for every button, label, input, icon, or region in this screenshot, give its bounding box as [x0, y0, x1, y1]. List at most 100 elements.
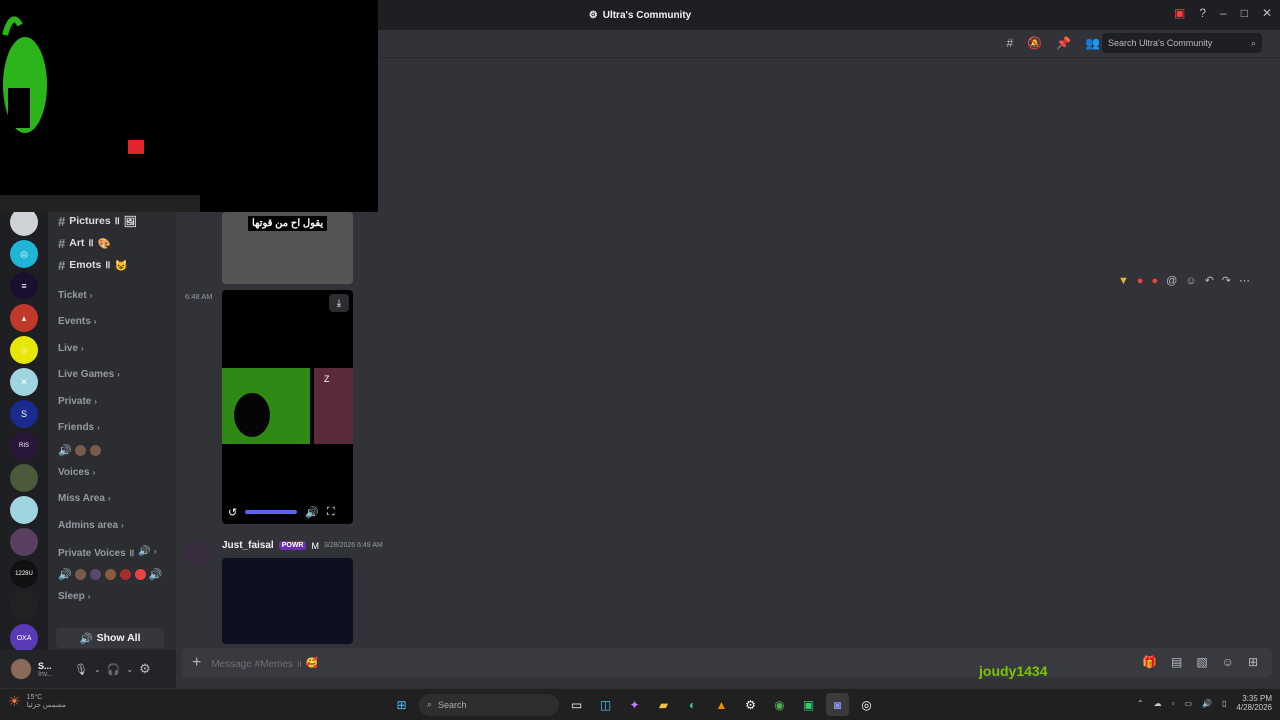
- chevron-down-icon[interactable]: ⌄: [94, 665, 101, 674]
- plus-icon[interactable]: +: [192, 654, 201, 672]
- mention-icon[interactable]: @: [1166, 275, 1177, 287]
- microphone-icon[interactable]: 🎙: [74, 663, 88, 676]
- app-icon[interactable]: ⚙: [739, 693, 762, 716]
- reaction-icon[interactable]: ●: [1137, 275, 1144, 287]
- gift-icon[interactable]: 🎁: [1142, 655, 1157, 669]
- discord-icon[interactable]: ◙: [826, 693, 849, 716]
- task-view-icon[interactable]: ▭: [565, 693, 588, 716]
- volume-icon[interactable]: 🔊: [305, 506, 319, 519]
- category-voices[interactable]: Voices ›: [48, 459, 176, 486]
- members-icon[interactable]: 👥: [1085, 36, 1100, 50]
- server-icon[interactable]: ✕: [10, 368, 38, 396]
- hash-icon: #: [58, 235, 66, 251]
- chevron-up-icon[interactable]: ⌃: [1137, 699, 1144, 708]
- close-button[interactable]: ✕: [1262, 6, 1272, 20]
- message-image[interactable]: [222, 558, 353, 644]
- copilot-icon[interactable]: ✦: [623, 693, 646, 716]
- add-reaction-icon[interactable]: ☺: [1185, 275, 1196, 287]
- stream-video: [0, 16, 200, 212]
- category-live-games[interactable]: Live Games ›: [48, 362, 176, 389]
- replay-icon[interactable]: ↺: [228, 506, 237, 519]
- app-icon[interactable]: ▫: [1172, 699, 1175, 708]
- server-icon[interactable]: [10, 528, 38, 556]
- message-composer[interactable]: + Message #Memes ॥ 🥰 🎁 ▤ ▧ ☺ ⊞: [182, 648, 1272, 678]
- category-live[interactable]: Live ›: [48, 335, 176, 362]
- store-icon[interactable]: ◫: [594, 693, 617, 716]
- server-icon[interactable]: ▴: [10, 304, 38, 332]
- sticker-icon[interactable]: ▧: [1196, 655, 1207, 669]
- weather-widget[interactable]: ☀ 15°C مشمس جزئيا: [8, 693, 66, 710]
- voice-members[interactable]: 🔊 🔊: [48, 565, 176, 583]
- file-explorer-icon[interactable]: ▰: [652, 693, 675, 716]
- avatar[interactable]: [185, 540, 211, 566]
- apps-icon[interactable]: ⊞: [1248, 655, 1258, 669]
- battery-icon[interactable]: ▯: [1222, 699, 1226, 708]
- threads-icon[interactable]: #: [1006, 36, 1013, 50]
- reaction-icon[interactable]: ▼: [1118, 275, 1129, 287]
- pin-icon[interactable]: 📌: [1056, 36, 1071, 50]
- help-icon[interactable]: ?: [1199, 6, 1206, 20]
- category-private-voices[interactable]: Private Voices ॥ 🔊 ›: [48, 539, 176, 566]
- category-admins-area[interactable]: Admins area ›: [48, 512, 176, 539]
- reaction-icon[interactable]: ●: [1152, 275, 1159, 287]
- category-miss-area[interactable]: Miss Area ›: [48, 486, 176, 513]
- server-icon[interactable]: [10, 496, 38, 524]
- avatar: [73, 567, 87, 581]
- video-player[interactable]: ⤓ Z ↺ 🔊 ⛶: [222, 290, 353, 524]
- server-icon[interactable]: RIS: [10, 432, 38, 460]
- forward-icon[interactable]: ↷: [1222, 274, 1231, 287]
- category-private[interactable]: Private ›: [48, 388, 176, 415]
- server-icon[interactable]: 1228U: [10, 560, 38, 588]
- channel-emots[interactable]: # Emots ॥ 😺: [48, 254, 176, 276]
- server-icon[interactable]: [10, 592, 38, 620]
- gif-icon[interactable]: ▤: [1171, 655, 1182, 669]
- category-sleep[interactable]: Sleep ›: [48, 583, 176, 610]
- app-icon[interactable]: ▣: [797, 693, 820, 716]
- chevron-right-icon: ›: [87, 591, 91, 601]
- channel-art[interactable]: # Art ॥ 🎨: [48, 232, 176, 254]
- mute-icon[interactable]: 🔕: [1027, 36, 1042, 50]
- server-icon[interactable]: ≡: [10, 272, 38, 300]
- vlc-icon[interactable]: ▲: [710, 693, 733, 716]
- volume-icon[interactable]: 🔊: [1202, 699, 1212, 708]
- gear-icon[interactable]: ⚙: [139, 661, 151, 677]
- search-input[interactable]: Search Ultra's Community ⌕: [1102, 33, 1262, 53]
- edge-icon[interactable]: ◐: [681, 693, 704, 716]
- speaker-icon: 🔊: [79, 632, 93, 645]
- badge-icon: M: [311, 540, 319, 551]
- emoji-icon[interactable]: ☺: [1222, 655, 1234, 669]
- app-icon[interactable]: ☁: [1154, 699, 1162, 708]
- headphones-icon[interactable]: 🎧: [107, 663, 121, 676]
- chevron-down-icon[interactable]: ⌄: [126, 665, 133, 674]
- voice-members[interactable]: 🔊: [48, 441, 176, 459]
- category-events[interactable]: Events ›: [48, 309, 176, 336]
- server-icon[interactable]: [10, 208, 38, 236]
- more-icon[interactable]: ⋯: [1239, 274, 1250, 287]
- category-friends[interactable]: Friends ›: [48, 415, 176, 442]
- server-icon[interactable]: OXA: [10, 624, 38, 652]
- reply-icon[interactable]: ↶: [1205, 274, 1214, 287]
- avatar[interactable]: [10, 658, 32, 680]
- screen-share-icon[interactable]: ▣: [1174, 6, 1185, 20]
- start-icon[interactable]: ⊞: [390, 693, 413, 716]
- network-icon[interactable]: ▭: [1184, 699, 1192, 708]
- author-name[interactable]: Just_faisal: [222, 540, 274, 551]
- maximize-button[interactable]: □: [1241, 6, 1248, 20]
- obs-icon[interactable]: ◎: [855, 693, 878, 716]
- minimize-button[interactable]: –: [1220, 6, 1227, 20]
- message-image[interactable]: يقول اح من قوتها: [222, 212, 353, 284]
- channel-pictures[interactable]: # Pictures ॥ 🖼: [48, 210, 176, 232]
- header-icons: # 🔕 📌 👥: [1006, 36, 1100, 50]
- server-icon[interactable]: [10, 464, 38, 492]
- show-all-button[interactable]: 🔊 Show All: [56, 628, 164, 648]
- download-icon[interactable]: ⤓: [329, 294, 349, 312]
- server-icon[interactable]: ◎: [10, 240, 38, 268]
- chrome-icon[interactable]: ◉: [768, 693, 791, 716]
- taskbar-search[interactable]: ⌕ Search: [419, 693, 559, 716]
- server-icon[interactable]: S: [10, 400, 38, 428]
- server-icon[interactable]: ☺: [10, 336, 38, 364]
- category-ticket[interactable]: Ticket ›: [48, 282, 176, 309]
- fullscreen-icon[interactable]: ⛶: [327, 506, 335, 519]
- clock[interactable]: 3:35 PM 4/28/2026: [1236, 694, 1272, 712]
- volume-slider[interactable]: [245, 510, 298, 514]
